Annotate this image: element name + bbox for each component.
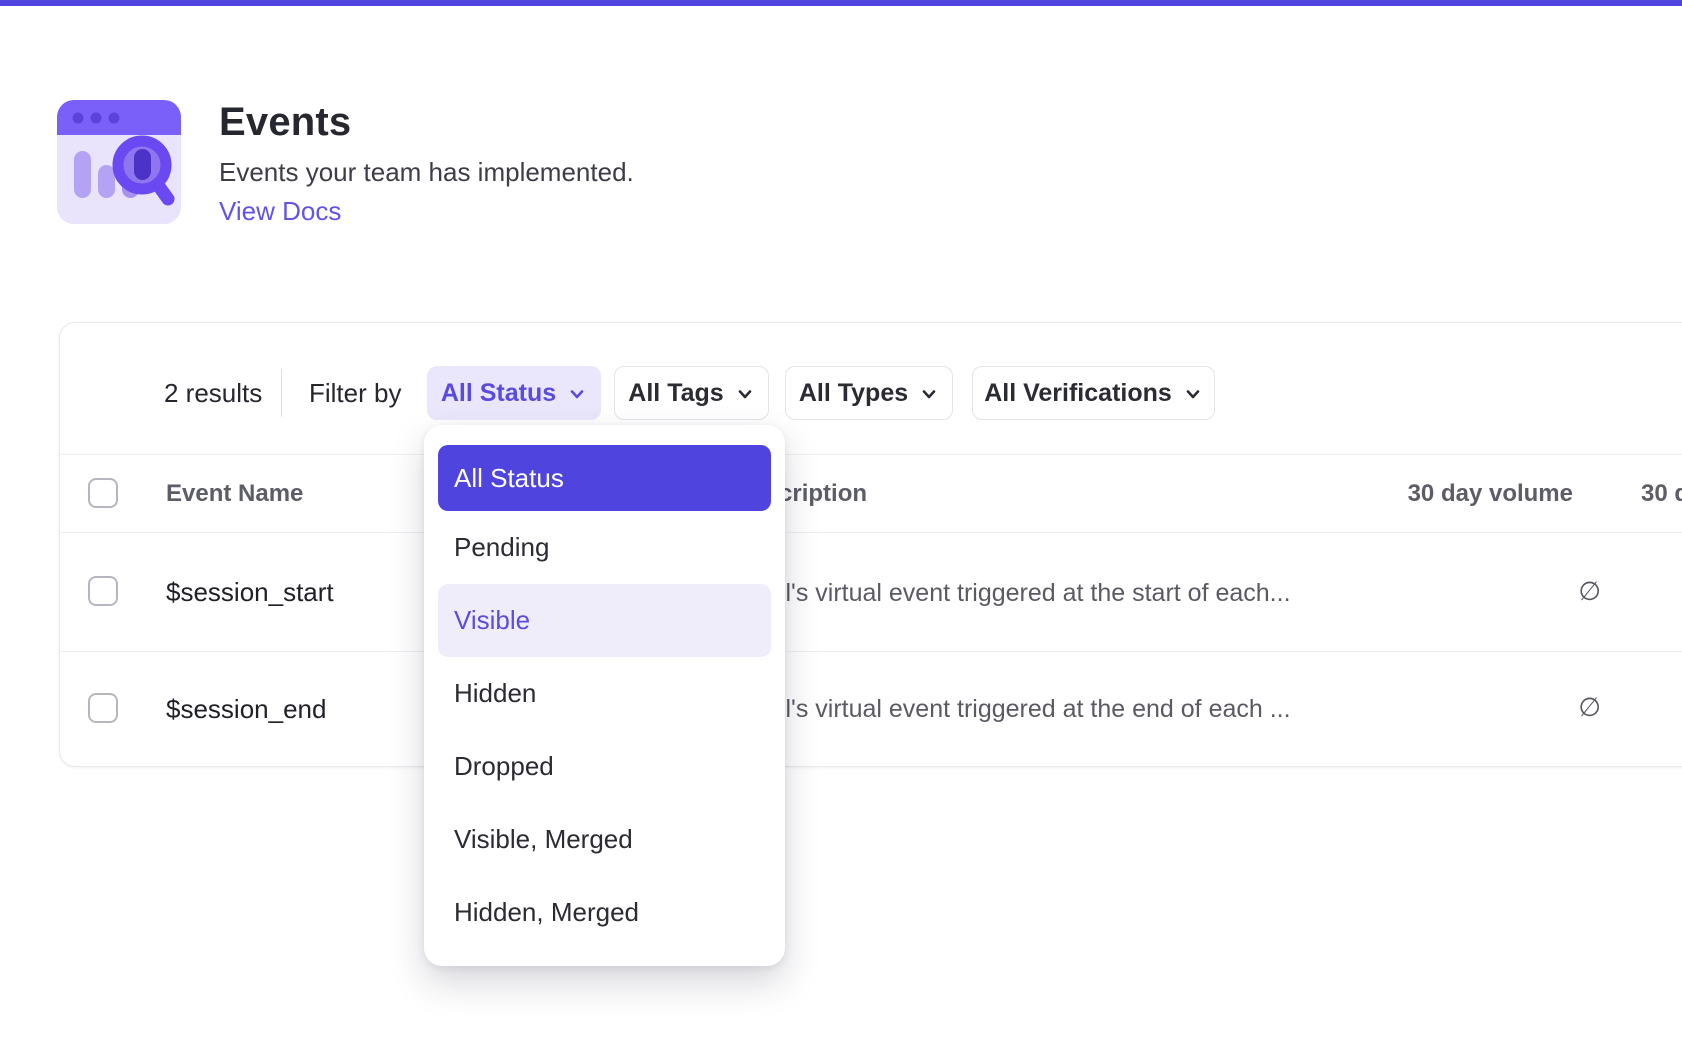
page-subtitle: Events your team has implemented. (219, 157, 634, 187)
column-header-right-clipped[interactable]: 30 d (1641, 480, 1682, 508)
view-docs-link[interactable]: View Docs (219, 196, 634, 226)
filter-button-verifications-label: All Verifications (984, 379, 1172, 408)
filter-button-tags-label: All Tags (628, 379, 723, 408)
dropdown-item-dropped[interactable]: Dropped (438, 730, 771, 803)
row-checkbox[interactable] (88, 576, 118, 606)
column-header-event-name[interactable]: Event Name (166, 480, 303, 508)
chevron-down-icon (1183, 384, 1203, 404)
browser-search-icon (57, 100, 181, 224)
page-header: Events Events your team has implemented.… (57, 100, 634, 226)
events-card: 2 results Filter by All Status All Tags … (59, 322, 1682, 767)
filter-button-status-label: All Status (441, 379, 556, 408)
toolbar-divider (281, 369, 282, 417)
events-app-icon (57, 100, 181, 224)
event-name-cell[interactable]: $session_end (166, 694, 326, 725)
dropdown-item-hidden[interactable]: Hidden (438, 657, 771, 730)
event-volume-cell: ∅ (1338, 692, 1601, 723)
dropdown-item-visible[interactable]: Visible (438, 584, 771, 657)
table-header-bottom-border (60, 532, 1682, 533)
table-header-top-border (60, 454, 1682, 455)
filter-button-status[interactable]: All Status (427, 366, 601, 420)
select-all-checkbox[interactable] (88, 478, 118, 508)
events-page: Events Events your team has implemented.… (0, 0, 1682, 1046)
event-volume-cell: ∅ (1338, 576, 1601, 607)
results-count: 2 results (164, 378, 262, 409)
dropdown-item-pending[interactable]: Pending (438, 511, 771, 584)
filter-button-types[interactable]: All Types (785, 366, 953, 420)
dropdown-item-all-status[interactable]: All Status (438, 445, 771, 511)
page-title: Events (219, 100, 634, 144)
row-divider (60, 651, 1682, 652)
filter-by-label: Filter by (309, 378, 401, 409)
filter-button-tags[interactable]: All Tags (614, 366, 769, 420)
filter-button-types-label: All Types (799, 379, 908, 408)
page-header-text: Events Events your team has implemented.… (219, 100, 634, 226)
event-name-cell[interactable]: $session_start (166, 577, 334, 608)
top-accent-bar (0, 0, 1682, 6)
filter-button-verifications[interactable]: All Verifications (972, 366, 1215, 420)
column-header-30-day-volume[interactable]: 30 day volume (1310, 480, 1573, 508)
dropdown-item-visible-merged[interactable]: Visible, Merged (438, 803, 771, 876)
row-checkbox[interactable] (88, 693, 118, 723)
chevron-down-icon (919, 384, 939, 404)
dropdown-item-hidden-merged[interactable]: Hidden, Merged (438, 876, 771, 949)
status-filter-dropdown: All Status Pending Visible Hidden Droppe… (424, 425, 785, 966)
chevron-down-icon (735, 384, 755, 404)
chevron-down-icon (567, 384, 587, 404)
